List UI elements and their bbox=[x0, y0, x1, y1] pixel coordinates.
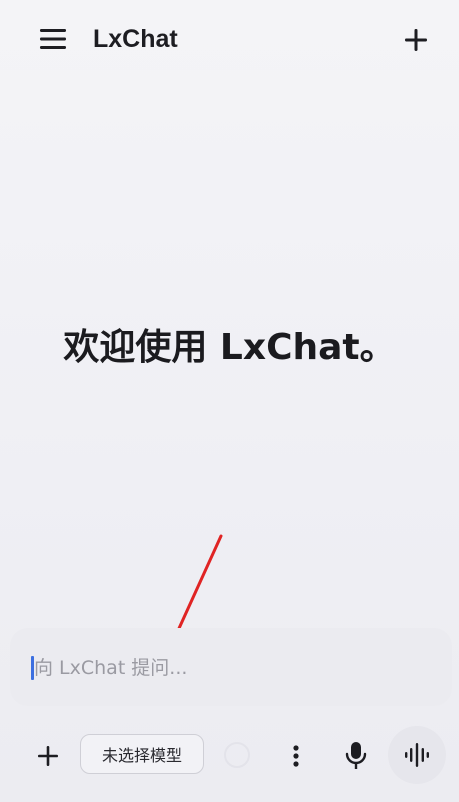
prompt-input-card bbox=[10, 628, 452, 706]
app-title: LxChat bbox=[93, 25, 178, 53]
prompt-input[interactable] bbox=[32, 650, 434, 686]
voice-mode-button[interactable] bbox=[388, 726, 446, 784]
model-selector-label: 未选择模型 bbox=[101, 746, 182, 765]
more-options-button[interactable] bbox=[276, 734, 316, 778]
menu-button[interactable] bbox=[36, 24, 70, 54]
plus-icon bbox=[405, 29, 427, 51]
new-chat-button[interactable] bbox=[398, 22, 434, 58]
app-bar: LxChat bbox=[0, 0, 459, 80]
plus-icon bbox=[38, 746, 58, 766]
chat-screen: LxChat 欢迎使用 LxChat。 未选择模型 bbox=[0, 0, 459, 802]
circle-icon bbox=[224, 742, 250, 768]
microphone-icon bbox=[345, 742, 367, 769]
add-attachment-button[interactable] bbox=[26, 734, 70, 778]
hamburger-menu-icon bbox=[40, 29, 66, 49]
bottom-toolbar: 未选择模型 bbox=[0, 718, 459, 794]
model-selector-button[interactable]: 未选择模型 bbox=[80, 734, 204, 774]
more-vertical-icon bbox=[293, 745, 299, 767]
waveform-icon bbox=[405, 743, 429, 767]
welcome-message: 欢迎使用 LxChat。 bbox=[63, 327, 396, 368]
microphone-button[interactable] bbox=[334, 734, 378, 778]
